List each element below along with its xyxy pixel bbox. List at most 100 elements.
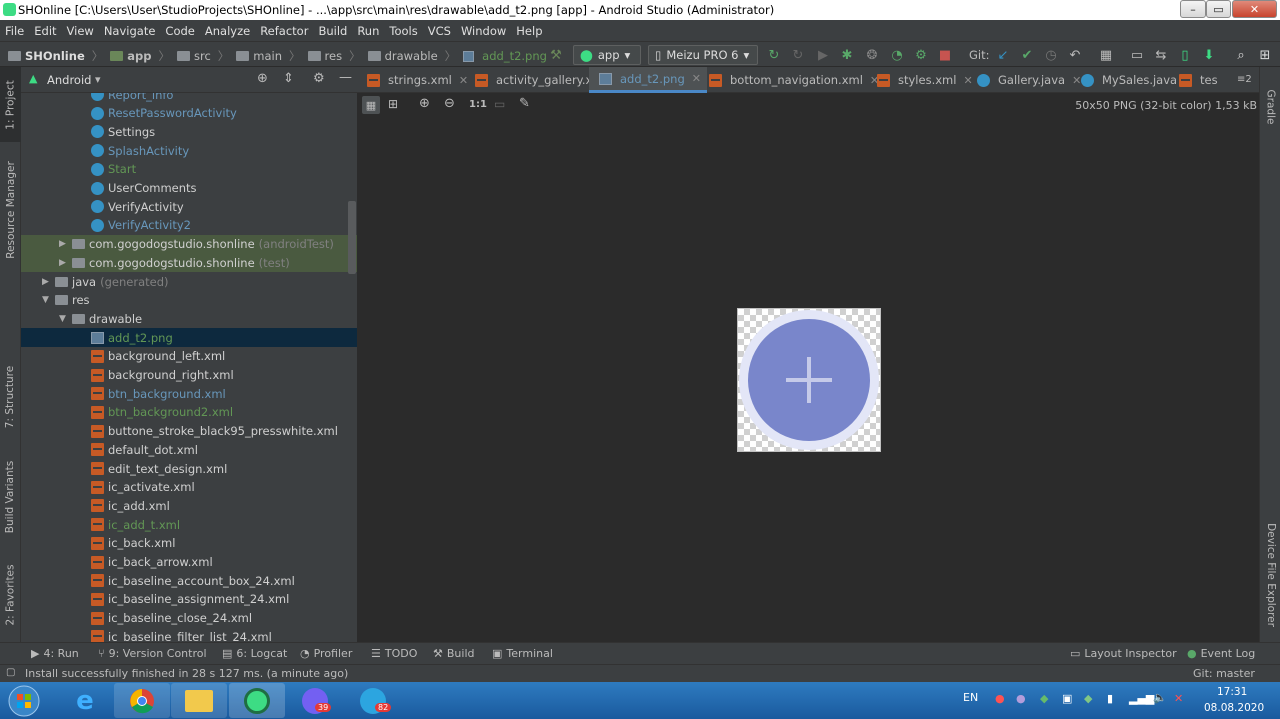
tree-item[interactable]: btn_background2.xml <box>21 403 357 422</box>
git-update-icon[interactable]: ↙ <box>995 47 1011 63</box>
tree-item[interactable]: ic_baseline_filter_list_24.xml <box>21 627 357 642</box>
tree-item[interactable]: ResetPasswordActivity <box>21 104 357 123</box>
tree-item[interactable]: buttone_stroke_black95_presswhite.xml <box>21 422 357 441</box>
attach-debugger-icon[interactable]: ❂ <box>864 47 880 63</box>
stop-icon[interactable]: ■ <box>937 47 953 63</box>
coverage-icon[interactable]: ⚙ <box>913 47 929 63</box>
hammer-icon[interactable]: ⚒ <box>548 47 564 63</box>
tree-item[interactable]: SplashActivity <box>21 141 357 160</box>
tool-todo[interactable]: ☰ TODO <box>371 647 417 660</box>
chevron-down-icon[interactable]: ▾ <box>95 73 101 86</box>
taskbar-explorer[interactable] <box>171 683 227 718</box>
breadcrumb-main[interactable]: main <box>253 49 282 63</box>
tree-item[interactable]: ic_activate.xml <box>21 478 357 497</box>
tree-item[interactable]: ic_add.xml <box>21 496 357 515</box>
editor-tab[interactable]: tes <box>1169 67 1224 93</box>
tool-layout-inspector[interactable]: ▭ Layout Inspector <box>1070 647 1177 660</box>
menu-navigate[interactable]: Navigate <box>99 24 161 38</box>
tree-item[interactable]: ▼ res <box>21 291 357 310</box>
tool-tab-build-variants[interactable]: Build Variants <box>0 452 21 542</box>
search-icon[interactable]: ⌕ <box>1233 47 1249 63</box>
tool-tab-device-file-explorer[interactable]: Device File Explorer <box>1260 517 1280 632</box>
menu-help[interactable]: Help <box>511 24 547 38</box>
tree-item[interactable]: Settings <box>21 122 357 141</box>
breadcrumb-file[interactable]: add_t2.png <box>482 49 547 63</box>
tool-tab-gradle[interactable]: Gradle <box>1260 77 1280 137</box>
menu-vcs[interactable]: VCS <box>423 24 456 38</box>
menu-code[interactable]: Code <box>160 24 199 38</box>
tool-tab-resource-manager[interactable]: Resource Manager <box>0 152 21 267</box>
tree-item[interactable]: ic_add_t.xml <box>21 515 357 534</box>
network-status-icon[interactable]: ✕ <box>1174 692 1183 705</box>
tray-security-icon[interactable]: ◆ <box>1084 692 1092 705</box>
tool-tab-structure[interactable]: 7: Structure <box>0 357 21 437</box>
tool-event-log[interactable]: ● Event Log <box>1187 647 1255 660</box>
tree-item[interactable]: ic_baseline_account_box_24.xml <box>21 571 357 590</box>
tool-build[interactable]: ⚒ Build <box>433 647 475 660</box>
maximize-button[interactable]: ▭ <box>1206 0 1231 18</box>
expand-arrow-right-icon[interactable]: ▶ <box>57 258 68 268</box>
apply-changes-icon[interactable]: ↻ <box>766 47 782 63</box>
editor-tab[interactable]: strings.xml ✕ <box>357 67 474 93</box>
tree-item[interactable]: default_dot.xml <box>21 440 357 459</box>
taskbar-telegram[interactable]: 82 <box>345 683 401 718</box>
tree-item[interactable]: VerifyActivity <box>21 197 357 216</box>
taskbar-viber[interactable]: 39 <box>287 683 343 718</box>
volume-icon[interactable]: 🔈 <box>1153 691 1167 704</box>
zoom-out-icon[interactable]: ⊖ <box>444 96 455 111</box>
collapse-all-icon[interactable]: ⇕ <box>283 71 294 86</box>
tree-item[interactable]: ▼ drawable <box>21 309 357 328</box>
breadcrumb-drawable[interactable]: drawable <box>385 49 438 63</box>
project-view-select[interactable]: Android <box>47 73 91 87</box>
expand-arrow-down-icon[interactable]: ▼ <box>57 314 68 324</box>
gear-icon[interactable]: ⚙ <box>313 71 325 86</box>
sync-gradle-icon[interactable]: ⇆ <box>1153 47 1169 63</box>
menu-window[interactable]: Window <box>456 24 511 38</box>
zoom-in-icon[interactable]: ⊕ <box>419 96 430 111</box>
sdk-manager-icon[interactable]: ⬇ <box>1201 47 1217 63</box>
tree-item[interactable]: ic_baseline_close_24.xml <box>21 609 357 628</box>
taskbar-chrome[interactable] <box>114 683 170 718</box>
debug-icon[interactable]: ✱ <box>839 47 855 63</box>
tree-item[interactable]: ▶ com.gogodogstudio.shonline (androidTest) <box>21 234 357 254</box>
git-commit-icon[interactable]: ✔ <box>1019 47 1035 63</box>
tray-shield-icon[interactable]: ◆ <box>1040 692 1048 705</box>
menu-file[interactable]: File <box>0 24 29 38</box>
tree-item[interactable]: background_left.xml <box>21 347 357 366</box>
menu-view[interactable]: View <box>62 24 99 38</box>
status-panel-icon[interactable]: ▢ <box>6 667 15 678</box>
tabs-overflow-button[interactable]: ≡2 <box>1237 74 1252 85</box>
menu-run[interactable]: Run <box>352 24 384 38</box>
tree-item[interactable]: Report_info <box>21 93 357 104</box>
tray-device-icon[interactable]: ▣ <box>1062 692 1072 705</box>
editor-tab[interactable]: add_t2.png ✕ <box>589 67 707 93</box>
tool-tab-project[interactable]: 1: Project <box>0 67 21 142</box>
locate-file-icon[interactable]: ⊕ <box>257 71 268 86</box>
device-select[interactable]: ▯ Meizu PRO 6 ▾ <box>648 45 758 65</box>
git-branch-widget[interactable]: Git: master <box>1193 667 1255 680</box>
settings-icon[interactable]: ⊞ <box>1257 47 1273 63</box>
grid-icon[interactable]: ⊞ <box>388 97 398 111</box>
tool-terminal[interactable]: ▣ Terminal <box>492 647 553 660</box>
tree-item[interactable]: ▶ java (generated) <box>21 272 357 291</box>
editor-tab[interactable]: bottom_navigation.xml ✕ <box>699 67 885 93</box>
device-manager-icon[interactable]: ▯ <box>1177 47 1193 63</box>
menu-refactor[interactable]: Refactor <box>255 24 313 38</box>
git-rollback-icon[interactable]: ↶ <box>1067 47 1083 63</box>
tool-tab-favorites[interactable]: 2: Favorites <box>0 557 21 632</box>
run-icon[interactable]: ▶ <box>815 47 831 63</box>
expand-arrow-down-icon[interactable]: ▼ <box>40 295 51 305</box>
expand-arrow-right-icon[interactable]: ▶ <box>57 239 68 249</box>
clock-date[interactable]: 08.08.2020 <box>1204 702 1264 714</box>
color-picker-icon[interactable]: ✎ <box>519 96 530 111</box>
tree-item[interactable]: UserComments <box>21 179 357 198</box>
language-indicator[interactable]: EN <box>963 691 978 704</box>
tree-item[interactable]: edit_text_design.xml <box>21 459 357 478</box>
run-config-select[interactable]: ⬤ app ▾ <box>573 45 641 65</box>
menu-tools[interactable]: Tools <box>384 24 422 38</box>
git-history-icon[interactable]: ◷ <box>1043 47 1059 63</box>
chessboard-icon[interactable]: ▦ <box>362 96 380 114</box>
project-structure-icon[interactable]: ▦ <box>1098 47 1114 63</box>
tree-item[interactable]: btn_background.xml <box>21 384 357 403</box>
tree-item[interactable]: add_t2.png <box>21 328 357 348</box>
